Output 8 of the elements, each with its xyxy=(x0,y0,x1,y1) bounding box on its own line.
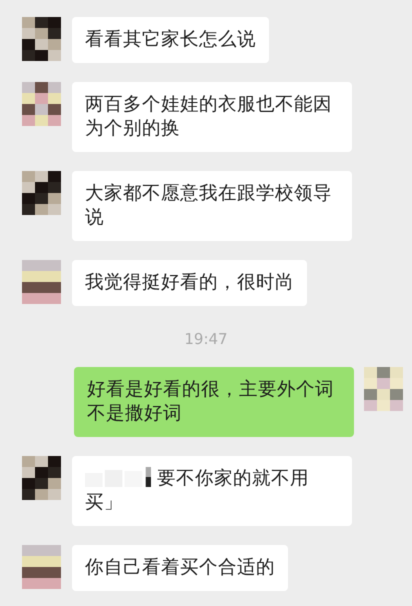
message-bubble: 我觉得挺好看的，很时尚 xyxy=(72,260,307,306)
message-bubble: 大家都不愿意我在跟学校领导说 xyxy=(72,171,352,241)
message-bubble: 你自己看着买个合适的 xyxy=(72,545,288,591)
message-bubble: 看看其它家长怎么说 xyxy=(72,17,269,63)
message-bubble: 好看是好看的很，主要外个词不是撒好词 xyxy=(74,367,354,437)
timestamp: 19:47 xyxy=(184,329,228,348)
message-bubble: 要不你家的就不用买」 xyxy=(72,456,352,526)
message-bubble: 两百多个娃娃的衣服也不能因为个别的换 xyxy=(72,82,352,152)
